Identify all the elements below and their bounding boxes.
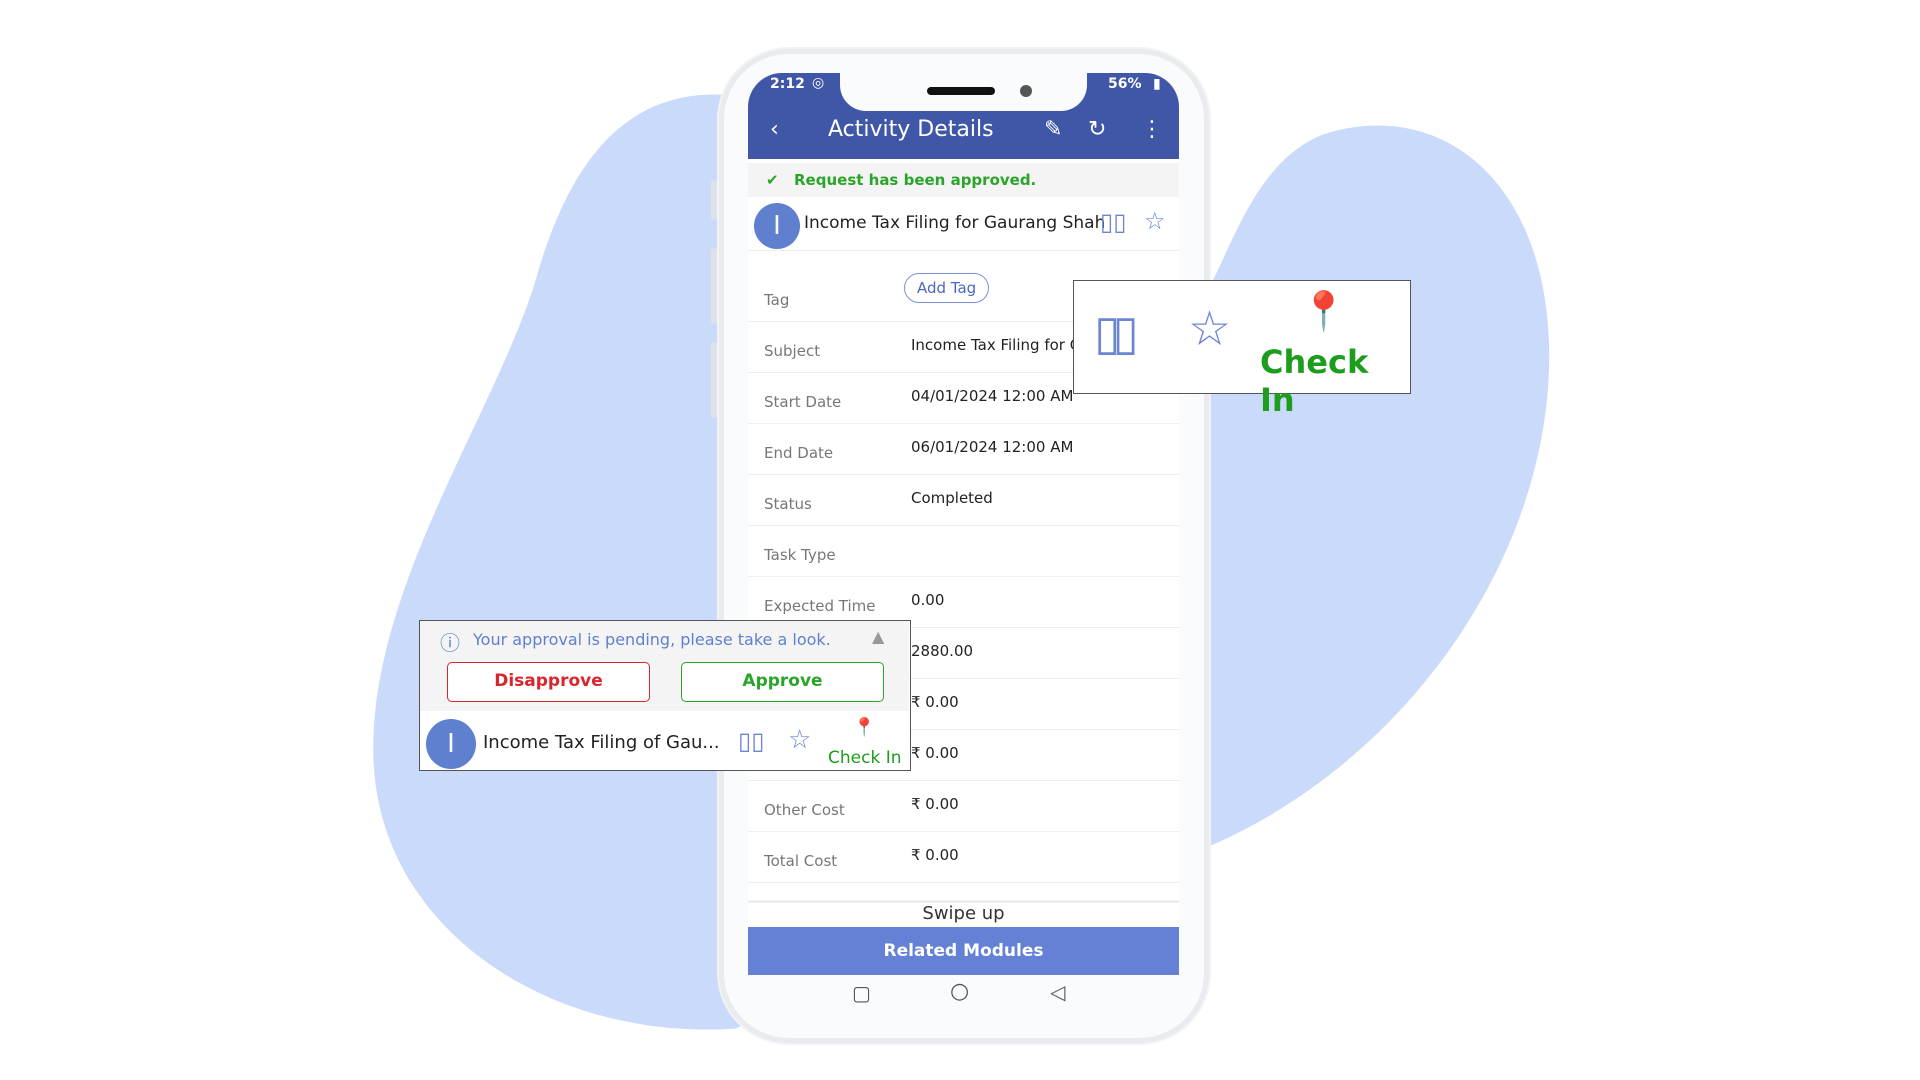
star-icon[interactable]: ☆ bbox=[1144, 207, 1166, 235]
check-in-button[interactable]: Check In bbox=[828, 748, 902, 768]
page-title: Activity Details bbox=[828, 117, 994, 142]
whatsapp-icon: ◎ bbox=[812, 75, 825, 91]
check-icon: ✔ bbox=[766, 171, 779, 189]
collapse-icon[interactable]: ▲ bbox=[872, 627, 884, 646]
pencil-icon[interactable]: ✎ bbox=[1044, 117, 1062, 142]
record-header: I Income Tax Filing for Gaurang Shah ▯▯ … bbox=[748, 200, 1179, 251]
callout-actions-zoom: ▯▯ ☆ 📍 Check In bbox=[1073, 280, 1411, 419]
refresh-icon[interactable]: ↻ bbox=[1088, 117, 1106, 142]
camera-notch bbox=[840, 73, 1087, 111]
avatar: I bbox=[426, 719, 476, 769]
phone-side-button bbox=[711, 248, 717, 324]
battery-level: 56% bbox=[1108, 76, 1142, 92]
field-value: 06/01/2024 12:00 AM bbox=[911, 438, 1074, 456]
recents-icon[interactable]: ▢ bbox=[852, 981, 871, 1005]
field-label: Expected Time bbox=[764, 597, 876, 615]
callout-approval-zoom: ⓘ Your approval is pending, please take … bbox=[419, 620, 911, 771]
swipe-up-hint[interactable]: Swipe up bbox=[748, 900, 1179, 927]
field-label: Subject bbox=[764, 342, 821, 360]
approval-panel: ⓘ Your approval is pending, please take … bbox=[420, 621, 909, 711]
record-title: Income Tax Filing for Gaurang Shah bbox=[804, 213, 1106, 233]
field-value: Income Tax Filing for Ga bbox=[911, 336, 1091, 354]
phone-side-button bbox=[711, 180, 717, 220]
field-value: Completed bbox=[911, 489, 993, 507]
app-header: 2:12 ◎ 56% ▮ ‹ Activity Details ✎ ↻ ⋮ bbox=[748, 73, 1179, 159]
camera bbox=[1020, 85, 1032, 97]
avatar: I bbox=[754, 203, 800, 249]
field-label: End Date bbox=[764, 444, 834, 462]
field-value: ₹ 0.00 bbox=[911, 795, 959, 813]
home-icon[interactable]: ○ bbox=[950, 979, 969, 1004]
record-title: Income Tax Filing of Gau... bbox=[483, 732, 720, 753]
disapprove-button[interactable]: Disapprove bbox=[447, 662, 650, 702]
map-icon[interactable]: ▯▯ bbox=[738, 727, 764, 755]
field-label: Tag bbox=[764, 291, 790, 309]
approved-text: Request has been approved. bbox=[794, 171, 1037, 189]
field-label: Status bbox=[764, 495, 812, 513]
field-row: Task Type bbox=[748, 526, 1179, 577]
approved-banner: ✔ Request has been approved. bbox=[748, 163, 1179, 197]
nav-bar: ▢ ○ ◁ bbox=[748, 975, 1179, 1014]
location-pin-icon: 📍 bbox=[1300, 289, 1348, 333]
field-label: Other Cost bbox=[764, 801, 845, 819]
location-pin-icon: 📍 bbox=[853, 717, 876, 738]
field-value: ₹ 0.00 bbox=[911, 693, 959, 711]
phone-side-button bbox=[711, 342, 717, 418]
field-row: End Date 06/01/2024 12:00 AM bbox=[748, 424, 1179, 475]
field-row: Status Completed bbox=[748, 475, 1179, 526]
phone-screen: 2:12 ◎ 56% ▮ ‹ Activity Details ✎ ↻ ⋮ ✔ … bbox=[748, 73, 1179, 1014]
map-icon[interactable]: ▯▯ bbox=[1100, 208, 1126, 236]
field-label: Task Type bbox=[764, 546, 836, 564]
field-value: ₹ 0.00 bbox=[911, 744, 959, 762]
field-label: Start Date bbox=[764, 393, 842, 411]
more-vert-icon[interactable]: ⋮ bbox=[1141, 117, 1163, 142]
field-value: 0.00 bbox=[911, 591, 945, 609]
field-value: ₹ 0.00 bbox=[911, 846, 959, 864]
field-row: Other Cost ₹ 0.00 bbox=[748, 781, 1179, 832]
status-time: 2:12 bbox=[770, 76, 805, 92]
star-icon[interactable]: ☆ bbox=[1188, 301, 1231, 357]
back-icon[interactable]: ‹ bbox=[770, 117, 779, 142]
field-row: Total Cost ₹ 0.00 bbox=[748, 832, 1179, 883]
check-in-button[interactable]: Check In bbox=[1260, 343, 1410, 419]
battery-icon: ▮ bbox=[1153, 76, 1161, 92]
field-label: Total Cost bbox=[764, 852, 838, 870]
speaker bbox=[927, 87, 995, 95]
field-value: 2880.00 bbox=[911, 642, 974, 660]
star-icon[interactable]: ☆ bbox=[788, 725, 811, 755]
field-value: 04/01/2024 12:00 AM bbox=[911, 387, 1074, 405]
add-tag-button[interactable]: Add Tag bbox=[904, 273, 990, 303]
related-modules-button[interactable]: Related Modules bbox=[748, 927, 1179, 975]
nav-back-icon[interactable]: ◁ bbox=[1050, 980, 1065, 1004]
map-icon[interactable]: ▯▯ bbox=[1094, 305, 1139, 361]
info-icon: ⓘ bbox=[440, 631, 460, 655]
approve-button[interactable]: Approve bbox=[681, 662, 884, 702]
pending-text: Your approval is pending, please take a … bbox=[473, 630, 831, 649]
